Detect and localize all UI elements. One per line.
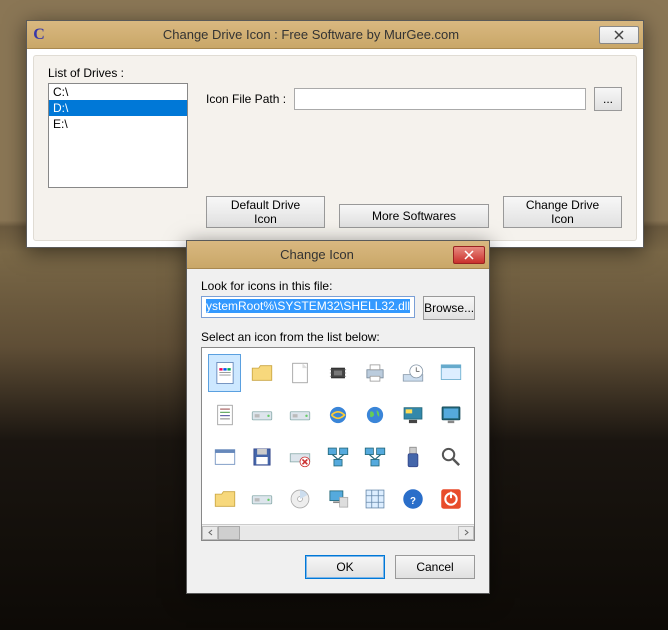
desktop-icon[interactable] <box>397 396 430 434</box>
change-icon-dialog: Change Icon Look for icons in this file:… <box>186 240 490 594</box>
titlebar[interactable]: Change Icon <box>187 241 489 269</box>
icon-path-label: Icon File Path : <box>206 92 286 106</box>
browse-button[interactable]: Browse... <box>423 296 475 320</box>
drive-item[interactable]: C:\ <box>49 84 187 100</box>
folder2-icon[interactable] <box>208 480 241 518</box>
cd-icon[interactable] <box>283 480 316 518</box>
usb-icon[interactable] <box>397 438 430 476</box>
globe-icon[interactable] <box>359 396 392 434</box>
titlebar[interactable]: C Change Drive Icon : Free Software by M… <box>27 21 643 49</box>
horizontal-scrollbar[interactable] <box>202 524 474 540</box>
default-drive-icon-button[interactable]: Default Drive Icon <box>206 196 325 228</box>
network2-icon[interactable] <box>359 438 392 476</box>
close-button[interactable] <box>453 246 485 264</box>
svg-text:?: ? <box>410 496 416 507</box>
page-icon[interactable] <box>283 354 316 392</box>
drive3-icon[interactable] <box>246 480 279 518</box>
computer-icon[interactable] <box>321 480 354 518</box>
drives-listbox[interactable]: C:\D:\E:\ <box>48 83 188 188</box>
dialog-title: Change Icon <box>191 247 453 262</box>
drive-item[interactable]: E:\ <box>49 116 187 132</box>
ok-button[interactable]: OK <box>305 555 385 579</box>
browse-button[interactable]: ... <box>594 87 622 111</box>
icon-file-input[interactable]: ystemRoot%\SYSTEM32\SHELL32.dll <box>201 296 415 318</box>
help-icon[interactable]: ? <box>397 480 430 518</box>
grid-icon[interactable] <box>359 480 392 518</box>
drive2-icon[interactable] <box>283 396 316 434</box>
folder-icon[interactable] <box>246 354 279 392</box>
drive-icon[interactable] <box>246 396 279 434</box>
text-page-icon[interactable] <box>208 396 241 434</box>
network-icon[interactable] <box>321 438 354 476</box>
clock-disk-icon[interactable] <box>397 354 430 392</box>
window-blank-icon[interactable] <box>208 438 241 476</box>
power-icon[interactable] <box>434 480 467 518</box>
scroll-left-icon[interactable] <box>202 526 218 540</box>
close-icon <box>614 30 624 40</box>
more-softwares-button[interactable]: More Softwares <box>339 204 489 228</box>
floppy-icon[interactable] <box>246 438 279 476</box>
window-icon[interactable] <box>434 354 467 392</box>
scroll-thumb[interactable] <box>218 526 240 540</box>
close-icon <box>464 250 474 260</box>
document-icon[interactable] <box>208 354 241 392</box>
cancel-button[interactable]: Cancel <box>395 555 475 579</box>
window-title: Change Drive Icon : Free Software by Mur… <box>53 27 599 42</box>
close-button[interactable] <box>599 26 639 44</box>
select-icon-label: Select an icon from the list below: <box>201 330 475 344</box>
icon-list[interactable]: ? <box>201 347 475 541</box>
drive-x-icon[interactable] <box>283 438 316 476</box>
globe-ie-icon[interactable] <box>321 396 354 434</box>
drives-label: List of Drives : <box>48 66 622 80</box>
printer-icon[interactable] <box>359 354 392 392</box>
search-icon[interactable] <box>434 438 467 476</box>
drive-item[interactable]: D:\ <box>49 100 187 116</box>
icon-path-input[interactable] <box>294 88 586 110</box>
window-body: List of Drives : C:\D:\E:\ Icon File Pat… <box>33 55 637 241</box>
chip-icon[interactable] <box>321 354 354 392</box>
change-drive-icon-button[interactable]: Change Drive Icon <box>503 196 622 228</box>
look-for-icons-label: Look for icons in this file: <box>201 279 475 293</box>
monitor-icon[interactable] <box>434 396 467 434</box>
app-icon: C <box>31 27 47 43</box>
scroll-right-icon[interactable] <box>458 526 474 540</box>
dialog-body: Look for icons in this file: ystemRoot%\… <box>187 269 489 593</box>
change-drive-icon-window: C Change Drive Icon : Free Software by M… <box>26 20 644 248</box>
